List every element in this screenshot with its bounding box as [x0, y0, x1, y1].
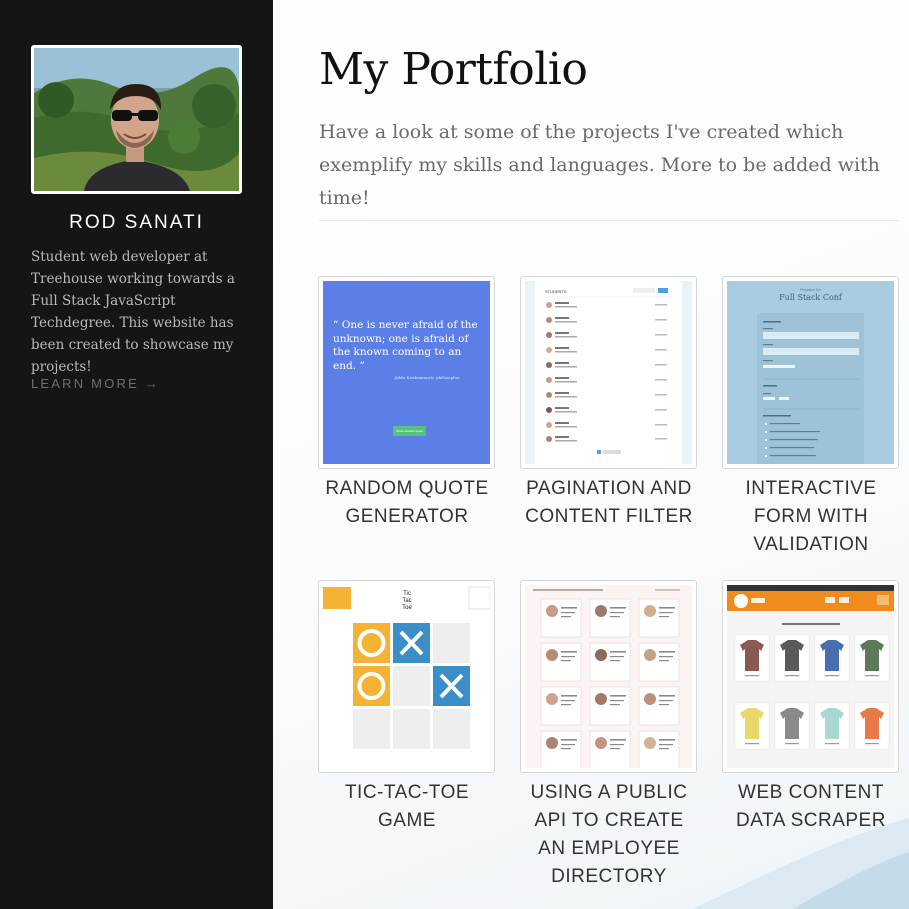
page-title: My Portfolio	[319, 44, 588, 95]
project-thumbnail[interactable]: Register for Full Stack Conf	[722, 276, 899, 469]
learn-more-link[interactable]: LEARN MORE →	[31, 376, 160, 391]
svg-text:Tic: Tic	[403, 591, 411, 597]
project-caption[interactable]: USING A PUBLIC API TO CREATE AN EMPLOYEE…	[520, 779, 698, 891]
sidebar: ROD SANATI Student web developer at Tree…	[0, 0, 273, 909]
pagination-thumb-graphic: STUDENTS	[535, 281, 682, 464]
intro-text: Have a look at some of the projects I've…	[319, 121, 880, 209]
svg-text:Toe: Toe	[402, 605, 412, 611]
profile-name: ROD SANATI	[69, 212, 204, 233]
project-caption[interactable]: PAGINATION AND CONTENT FILTER	[520, 475, 698, 531]
project-caption[interactable]: INTERACTIVE FORM WITH VALIDATION	[722, 475, 900, 559]
project-thumbnail[interactable]	[722, 580, 899, 773]
project-thumbnail[interactable]: STUDENTS	[520, 276, 697, 469]
divider	[319, 220, 899, 221]
project-thumbnail[interactable]	[520, 580, 697, 773]
form-thumb-graphic	[757, 313, 864, 464]
project-card-pagination[interactable]: STUDENTS PAGINATION AND CONTENT FILTER	[520, 276, 698, 531]
project-card-employee-directory[interactable]: USING A PUBLIC API TO CREATE AN EMPLOYEE…	[520, 580, 698, 891]
svg-text:STUDENTS: STUDENTS	[545, 289, 567, 294]
thumb-quote-button: Show another quote	[393, 426, 426, 436]
tic-tac-toe-thumb-graphic: Tic Tac Toe	[323, 586, 490, 749]
project-card-interactive-form[interactable]: Register for Full Stack Conf INTERACTIVE…	[722, 276, 900, 559]
profile-photo	[34, 48, 239, 191]
employee-directory-thumb-graphic	[533, 589, 680, 768]
project-thumbnail[interactable]: Tic Tac Toe	[318, 580, 495, 773]
project-caption[interactable]: WEB CONTENT DATA SCRAPER	[722, 779, 900, 835]
project-thumbnail[interactable]: “ One is never afraid of the unknown; on…	[318, 276, 495, 469]
svg-text:Tac: Tac	[402, 598, 411, 604]
data-scraper-thumb-graphic	[727, 585, 894, 750]
profile-bio: Student web developer at Treehouse worki…	[31, 249, 235, 375]
project-caption[interactable]: RANDOM QUOTE GENERATOR	[318, 475, 496, 531]
project-card-random-quote[interactable]: “ One is never afraid of the unknown; on…	[318, 276, 496, 531]
project-card-tic-tac-toe[interactable]: Tic Tac Toe TIC-TAC-TOE GAME	[318, 580, 496, 835]
avatar	[31, 45, 242, 194]
thumb-quote-text: “ One is never afraid of the unknown; on…	[333, 319, 478, 372]
project-card-data-scraper[interactable]: WEB CONTENT DATA SCRAPER	[722, 580, 900, 835]
project-caption[interactable]: TIC-TAC-TOE GAME	[318, 779, 496, 835]
thumb-quote-attribution: Jiddu Krishnamurti, philosopher	[394, 375, 460, 380]
